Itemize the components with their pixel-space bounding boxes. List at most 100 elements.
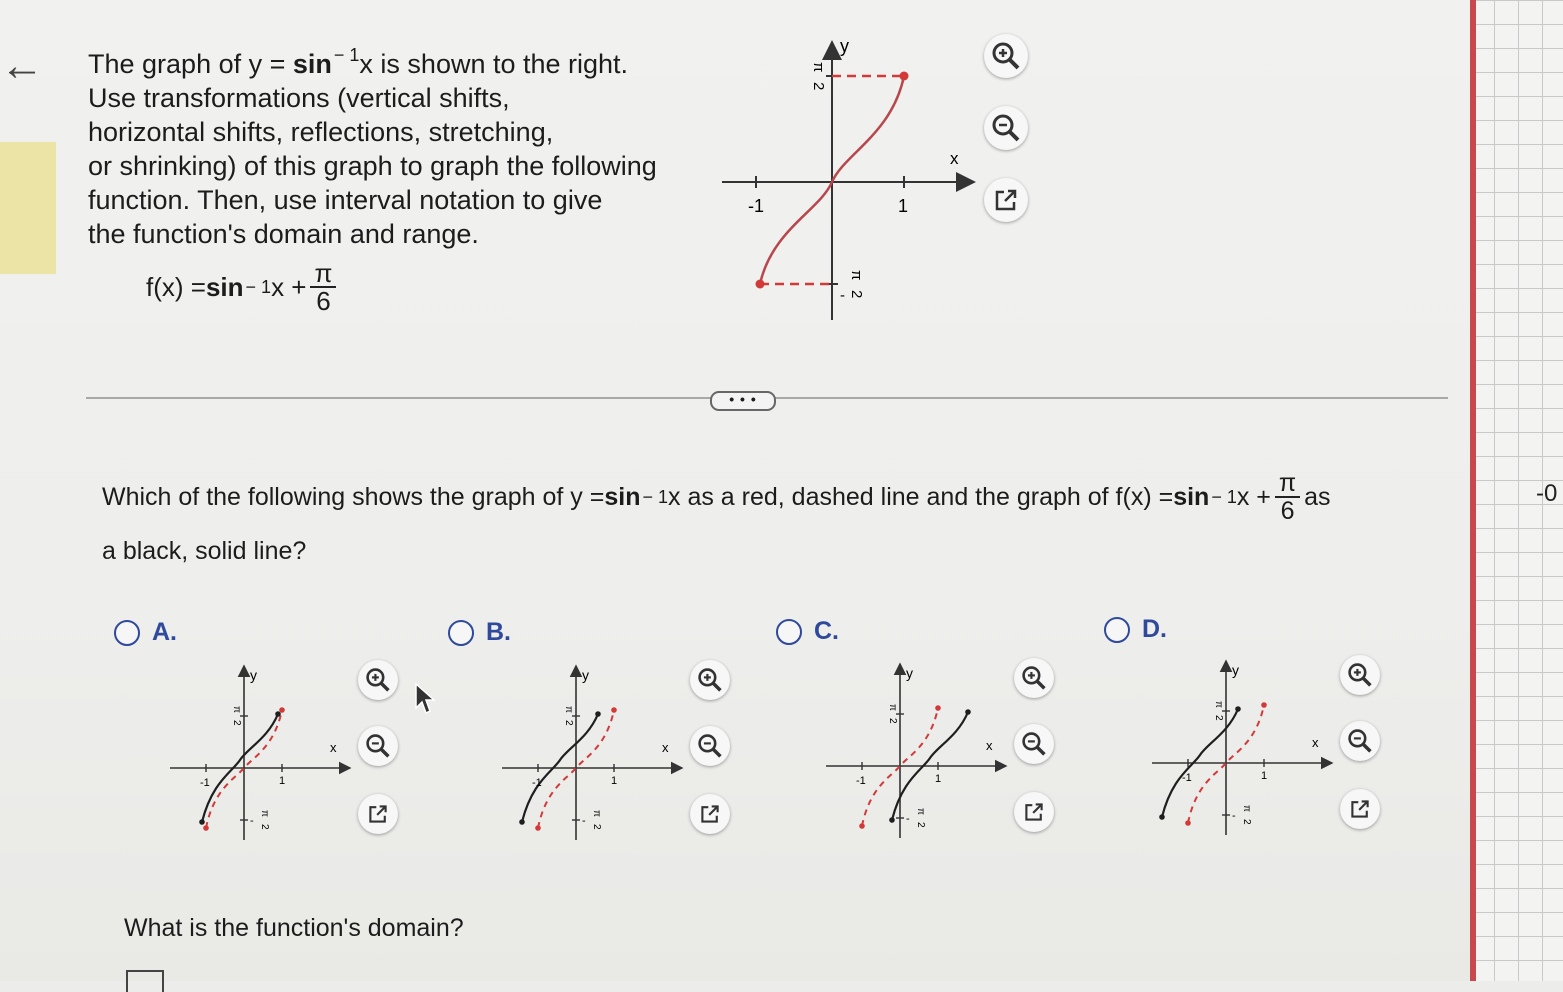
svg-text:-: - [840,287,845,304]
red-endpoint [611,707,617,713]
zoom-out-icon [366,734,390,758]
option-b-zoom-out-button[interactable] [690,726,730,766]
prompt-line-6: the function's domain and range. [88,219,479,249]
back-arrow-icon[interactable]: ← [0,44,44,88]
x-tick-label: 1 [935,773,941,785]
option-d-zoom-out-button[interactable] [1340,721,1380,761]
open-external-button[interactable] [984,178,1028,222]
option-d-graph: y x 1 -1 π 2 π 2 - [1152,659,1334,835]
svg-text:2: 2 [887,718,898,724]
domain-answer-input[interactable] [126,970,164,992]
red-endpoint [535,825,541,831]
x-tick-label: 1 [611,775,617,787]
svg-text:2: 2 [591,824,602,830]
question-line-2: a black, solid line? [102,537,307,565]
prompt-line-1: The graph of y = sin − 1x is shown to the… [88,45,629,79]
paper-note: -0 [1536,480,1558,507]
x-axis-label: x [950,149,959,168]
option-a-graph: y x 1 -1 π 2 π 2 - [170,664,352,840]
svg-text:π: π [810,62,827,72]
svg-text:-: - [906,813,910,825]
zoom-in-icon [992,42,1020,70]
svg-text:π: π [1241,805,1252,812]
option-d-open-external-button[interactable] [1340,789,1380,829]
black-endpoint [1159,814,1165,820]
x-tick-label: 1 [279,775,285,787]
prompt-line-2: Use transformations (vertical shifts, [88,83,510,113]
radio-a[interactable] [114,619,140,646]
red-endpoint [1261,702,1267,708]
black-endpoint [275,711,281,717]
option-c-zoom-out-button[interactable] [1014,724,1054,764]
external-link-icon [1351,800,1369,818]
option-b-open-external-button[interactable] [690,794,730,834]
svg-text:-: - [582,815,586,827]
external-link-icon [1025,803,1043,821]
x-tick-label: -1 [856,775,866,787]
zoom-in-icon [366,668,390,692]
svg-text:π: π [1213,701,1224,708]
external-link-icon [701,805,719,823]
zoom-out-icon [1348,729,1372,753]
y-label: y [906,665,913,681]
prompt-line-4: or shrinking) of this graph to graph the… [88,151,657,181]
x-tick-label: -1 [1182,772,1192,784]
svg-text:π: π [563,706,574,713]
x-label: x [330,740,337,755]
black-endpoint [519,819,525,825]
radio-d[interactable] [1104,616,1130,643]
option-b-graph: y x 1 -1 π 2 π 2 - [502,664,684,840]
svg-text:2: 2 [231,720,242,726]
y-label: y [1232,662,1239,678]
x-label: x [986,738,993,753]
zoom-in-icon [1348,663,1372,687]
black-endpoint [1235,706,1241,712]
zoom-out-icon [1022,732,1046,756]
more-button[interactable]: • • • [710,391,776,411]
option-d[interactable]: D. [1104,615,1167,644]
black-endpoint [889,817,895,823]
x-tick-label: -1 [200,777,210,789]
svg-text:π: π [848,270,865,280]
svg-text:2: 2 [1213,715,1224,721]
option-d-zoom-in-button[interactable] [1340,655,1380,695]
option-c-graph: y x 1 -1 π 2 π 2 - [826,662,1008,838]
zoom-out-button[interactable] [984,106,1028,150]
radio-b[interactable] [448,619,474,646]
svg-text:2: 2 [848,290,865,298]
zoom-out-icon [992,114,1020,142]
domain-question: What is the function's domain? [124,914,464,942]
svg-text:π: π [887,704,898,711]
red-endpoint [1185,820,1191,826]
option-b[interactable]: B. [448,618,511,647]
option-a-open-external-button[interactable] [358,794,398,834]
x-tick-label: -1 [532,777,542,789]
svg-text:2: 2 [1241,819,1252,825]
radio-c[interactable] [776,618,802,645]
option-c[interactable]: C. [776,617,839,646]
option-b-zoom-in-button[interactable] [690,660,730,700]
mouse-pointer-icon [414,682,436,721]
x-tick-label: 1 [1261,770,1267,782]
x-tick-neg: -1 [748,196,764,216]
red-endpoint [279,707,285,713]
option-a-zoom-in-button[interactable] [358,660,398,700]
option-c-open-external-button[interactable] [1014,792,1054,832]
svg-text:2: 2 [563,720,574,726]
option-c-zoom-in-button[interactable] [1014,658,1054,698]
side-tab [0,142,56,274]
x-tick-pos: 1 [898,196,908,216]
external-link-icon [369,805,387,823]
black-endpoint [595,711,601,717]
red-endpoint [935,705,941,711]
y-label: y [250,667,257,683]
reference-graph: y x -1 1 π 2 π 2 - [722,36,976,320]
svg-text:π: π [231,706,242,713]
option-a[interactable]: A. [114,618,177,647]
red-endpoint [859,823,865,829]
svg-text:π: π [259,810,270,817]
zoom-in-button[interactable] [984,34,1028,78]
red-endpoint [203,825,209,831]
x-label: x [1312,735,1319,750]
option-a-zoom-out-button[interactable] [358,726,398,766]
